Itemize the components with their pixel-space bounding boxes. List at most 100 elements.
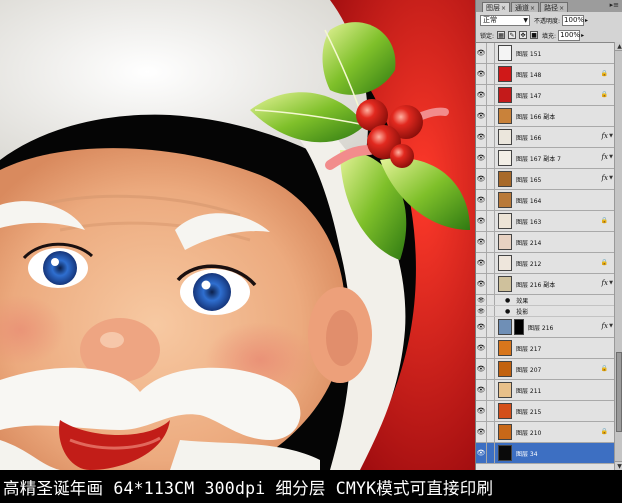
layer-row[interactable]: 👁 图层 216 副本 fx ▼ bbox=[476, 274, 614, 295]
close-icon[interactable]: × bbox=[501, 5, 506, 12]
eye-icon[interactable]: 👁 bbox=[476, 190, 487, 210]
close-icon[interactable]: × bbox=[530, 5, 535, 12]
layer-row[interactable]: 👁 图层 211 bbox=[476, 380, 614, 401]
eye-icon[interactable]: 👁 bbox=[476, 306, 487, 316]
layer-row[interactable]: 👁 图层 163 🔒 bbox=[476, 211, 614, 232]
link-slot[interactable] bbox=[487, 443, 495, 463]
panel-menu-icon[interactable]: ▸≡ bbox=[610, 1, 619, 9]
eye-icon[interactable]: 👁 bbox=[476, 401, 487, 421]
layer-row[interactable]: 👁 图层 148 🔒 bbox=[476, 64, 614, 85]
layer-name[interactable]: 图层 166 bbox=[516, 133, 541, 142]
lock-all-icon[interactable]: ■ bbox=[530, 31, 539, 39]
link-slot[interactable] bbox=[487, 211, 495, 231]
tab-0[interactable]: 图层× bbox=[482, 2, 511, 12]
scroll-thumb[interactable] bbox=[616, 352, 622, 432]
layer-name[interactable]: 图层 166 副本 bbox=[516, 112, 555, 121]
layer-thumbnail[interactable] bbox=[498, 340, 512, 356]
layer-name[interactable]: 效果 bbox=[516, 296, 528, 305]
eye-icon[interactable]: 👁 bbox=[476, 359, 487, 379]
link-slot[interactable] bbox=[487, 380, 495, 400]
link-slot[interactable] bbox=[487, 338, 495, 358]
lock-transparency-icon[interactable]: ▦ bbox=[497, 31, 506, 39]
eye-icon[interactable]: 👁 bbox=[476, 380, 487, 400]
fx-icon[interactable]: fx bbox=[601, 279, 608, 287]
layer-thumbnail[interactable] bbox=[498, 361, 512, 377]
eye-icon[interactable]: 👁 bbox=[476, 232, 487, 252]
layer-name[interactable]: 图层 147 bbox=[516, 91, 541, 100]
layer-row[interactable]: 👁 图层 215 bbox=[476, 401, 614, 422]
scroll-up-icon[interactable]: ▲ bbox=[615, 42, 622, 51]
artwork-canvas[interactable] bbox=[0, 0, 475, 470]
layer-mask-thumbnail[interactable] bbox=[514, 319, 524, 335]
eye-icon[interactable]: 👁 bbox=[476, 274, 487, 294]
layer-thumbnail[interactable] bbox=[498, 108, 512, 124]
layer-row[interactable]: 👁 图层 210 🔒 bbox=[476, 422, 614, 443]
layer-name[interactable]: 图层 151 bbox=[516, 49, 541, 58]
layer-thumbnail[interactable] bbox=[498, 445, 512, 461]
layer-name[interactable]: 投影 bbox=[516, 307, 528, 316]
layer-effect-row[interactable]: 👁 ● 效果 bbox=[476, 295, 614, 306]
layer-name[interactable]: 图层 216 bbox=[528, 323, 553, 332]
eye-icon[interactable]: 👁 bbox=[476, 443, 487, 463]
layer-name[interactable]: 图层 217 bbox=[516, 344, 541, 353]
layer-name[interactable]: 图层 34 bbox=[516, 449, 538, 458]
link-slot[interactable] bbox=[487, 253, 495, 273]
layer-thumbnail[interactable] bbox=[498, 66, 512, 82]
eye-icon[interactable]: 👁 bbox=[476, 148, 487, 168]
eye-icon[interactable]: 👁 bbox=[476, 43, 487, 63]
fx-icon[interactable]: fx bbox=[601, 153, 608, 161]
layer-thumbnail[interactable] bbox=[498, 255, 512, 271]
fx-icon[interactable]: fx bbox=[601, 132, 608, 140]
fx-icon[interactable]: fx bbox=[601, 174, 608, 182]
layer-row[interactable]: 👁 图层 217 bbox=[476, 338, 614, 359]
layer-name[interactable]: 图层 212 bbox=[516, 259, 541, 268]
layer-thumbnail[interactable] bbox=[498, 45, 512, 61]
scroll-down-icon[interactable]: ▼ bbox=[615, 461, 622, 470]
expand-arrow-icon[interactable]: ▼ bbox=[609, 133, 613, 139]
eye-icon[interactable]: 👁 bbox=[476, 422, 487, 442]
layer-row[interactable]: 👁 图层 165 fx ▼ bbox=[476, 169, 614, 190]
layer-thumbnail[interactable] bbox=[498, 171, 512, 187]
lock-position-icon[interactable]: ✥ bbox=[519, 31, 528, 39]
fill-input[interactable]: 100% bbox=[558, 29, 580, 41]
layer-name[interactable]: 图层 164 bbox=[516, 196, 541, 205]
layer-name[interactable]: 图层 163 bbox=[516, 217, 541, 226]
link-slot[interactable] bbox=[487, 64, 495, 84]
layer-row[interactable]: 👁 图层 34 bbox=[476, 443, 614, 464]
link-slot[interactable] bbox=[487, 43, 495, 63]
layer-row[interactable]: 👁 图层 151 bbox=[476, 43, 614, 64]
layer-thumbnail[interactable] bbox=[498, 234, 512, 250]
layer-effect-row[interactable]: 👁 ● 投影 bbox=[476, 306, 614, 317]
layer-row[interactable]: 👁 图层 214 bbox=[476, 232, 614, 253]
fill-arrow-icon[interactable]: ▸ bbox=[581, 32, 584, 39]
layer-name[interactable]: 图层 211 bbox=[516, 386, 541, 395]
expand-arrow-icon[interactable]: ▼ bbox=[609, 280, 613, 286]
layer-thumbnail[interactable] bbox=[498, 213, 512, 229]
layer-thumbnail[interactable] bbox=[498, 403, 512, 419]
lock-pixels-icon[interactable]: ✎ bbox=[508, 31, 517, 39]
layer-name[interactable]: 图层 167 副本 7 bbox=[516, 154, 561, 163]
layer-thumbnail[interactable] bbox=[498, 319, 512, 335]
link-slot[interactable] bbox=[487, 85, 495, 105]
close-icon[interactable]: × bbox=[559, 5, 564, 12]
layer-row[interactable]: 👁 图层 147 🔒 bbox=[476, 85, 614, 106]
link-slot[interactable] bbox=[487, 359, 495, 379]
layer-thumbnail[interactable] bbox=[498, 276, 512, 292]
layer-thumbnail[interactable] bbox=[498, 87, 512, 103]
layer-name[interactable]: 图层 210 bbox=[516, 428, 541, 437]
layer-thumbnail[interactable] bbox=[498, 129, 512, 145]
layer-thumbnail[interactable] bbox=[498, 192, 512, 208]
tab-2[interactable]: 路径× bbox=[540, 2, 569, 12]
expand-arrow-icon[interactable]: ▼ bbox=[609, 154, 613, 160]
layer-row[interactable]: 👁 图层 212 🔒 bbox=[476, 253, 614, 274]
expand-arrow-icon[interactable]: ▼ bbox=[609, 175, 613, 181]
layer-row[interactable]: 👁 图层 166 fx ▼ bbox=[476, 127, 614, 148]
layer-list-scrollbar[interactable]: ▲ ▼ bbox=[614, 42, 622, 470]
layer-row[interactable]: 👁 图层 216 fx ▼ bbox=[476, 317, 614, 338]
layer-name[interactable]: 图层 165 bbox=[516, 175, 541, 184]
layer-name[interactable]: 图层 214 bbox=[516, 238, 541, 247]
link-slot[interactable] bbox=[487, 317, 495, 337]
layer-thumbnail[interactable] bbox=[498, 150, 512, 166]
fx-icon[interactable]: fx bbox=[601, 322, 608, 330]
layer-name[interactable]: 图层 216 副本 bbox=[516, 280, 555, 289]
